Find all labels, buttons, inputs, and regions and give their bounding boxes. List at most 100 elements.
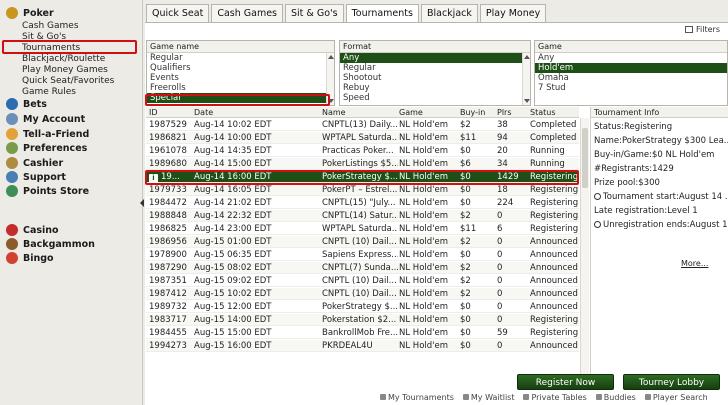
tab-quick-seat[interactable]: Quick Seat <box>146 4 210 22</box>
footer-my-waitlist[interactable]: My Waitlist <box>462 393 514 403</box>
game-name-option-events[interactable]: Events <box>147 73 334 83</box>
scroll-up-icon[interactable] <box>524 55 530 59</box>
cell-players: 0 <box>497 276 503 286</box>
format-option-regular[interactable]: Regular <box>340 63 530 73</box>
points-store-icon <box>6 185 18 197</box>
table-row[interactable]: 1983717 Aug-15 14:00 EDT Pokerstation $2..… <box>146 314 579 326</box>
cell-players: 224 <box>497 198 514 208</box>
poker-chip-icon <box>6 7 18 19</box>
game-name-option-regular[interactable]: Regular <box>147 53 334 63</box>
cell-buy-in: $2 <box>460 120 471 130</box>
collapse-sidebar-arrow-icon[interactable] <box>139 196 145 210</box>
footer-links: My Tournaments My Waitlist Private Table… <box>380 393 717 403</box>
format-option-speed[interactable]: Speed <box>340 93 530 103</box>
column-date[interactable]: Date <box>194 107 213 118</box>
sidebar-casino-label: Casino <box>23 224 59 236</box>
format-scrollbar[interactable] <box>522 53 530 105</box>
cell-players: 0 <box>497 302 503 312</box>
sidebar-backgammon[interactable]: Backgammon <box>6 238 95 250</box>
tab-blackjack[interactable]: Blackjack <box>420 4 478 22</box>
sidebar-bingo[interactable]: Bingo <box>6 252 54 264</box>
table-row[interactable]: 1987290 Aug-15 08:02 EDT CNPTL(7) Sunda...… <box>146 262 579 274</box>
cell-id: 1986825 <box>149 224 187 234</box>
tab-play-money[interactable]: Play Money <box>479 4 547 22</box>
tourney-lobby-button[interactable]: Tourney Lobby <box>623 374 720 390</box>
table-row[interactable]: 1961078 Aug-14 14:35 EDT Practicas Poker..… <box>146 145 579 157</box>
table-row[interactable]: 1989680 Aug-14 15:00 EDT PokerListings $5.… <box>146 158 579 170</box>
table-row[interactable]: 1994273 Aug-15 16:00 EDT PKRDEAL4U NL Hold'… <box>146 340 579 352</box>
table-scroll-thumb[interactable] <box>582 128 588 188</box>
column-id[interactable]: ID <box>149 107 158 118</box>
sidebar-item-blackjack-roulette[interactable]: Blackjack/Roulette <box>22 54 105 64</box>
more-link[interactable]: More... <box>681 259 708 268</box>
cell-name: Sapiens Express... <box>322 250 398 260</box>
format-option-any[interactable]: Any <box>340 53 530 63</box>
table-row[interactable]: 1979733 Aug-14 16:05 EDT PokerPT – Estrel.… <box>146 184 579 196</box>
tab-tournaments[interactable]: Tournaments <box>345 4 419 23</box>
sidebar-support[interactable]: Support <box>6 171 66 183</box>
table-row[interactable]: 1987351 Aug-15 09:02 EDT CNPTL (10) Dail..… <box>146 275 579 287</box>
format-option-rebuy[interactable]: Rebuy <box>340 83 530 93</box>
filters-toggle[interactable]: Filters <box>685 25 720 34</box>
cell-status: Running <box>530 146 565 156</box>
sidebar-item-cash-games[interactable]: Cash Games <box>22 21 79 31</box>
column-players[interactable]: Plrs <box>497 107 512 118</box>
table-row[interactable]: 1986821 Aug-14 10:00 EDT WPTAPL Saturda...… <box>146 132 579 144</box>
table-row[interactable]: 1987412 Aug-15 10:02 EDT CNPTL (10) Dail..… <box>146 288 579 300</box>
footer-player-search[interactable]: Player Search <box>644 393 708 403</box>
table-scrollbar[interactable] <box>580 118 589 380</box>
cell-name: CNPTL (10) Dail... <box>322 237 397 247</box>
tab-cash-games[interactable]: Cash Games <box>211 4 283 22</box>
sidebar-cashier[interactable]: Cashier <box>6 157 63 169</box>
cell-players: 0 <box>497 211 503 221</box>
column-buy-in[interactable]: Buy-in <box>460 107 485 118</box>
sidebar-item-game-rules[interactable]: Game Rules <box>22 87 76 97</box>
table-row[interactable]: 1988848 Aug-14 22:32 EDT CNPTL(14) Satur..… <box>146 210 579 222</box>
game-name-option-qualifiers[interactable]: Qualifiers <box>147 63 334 73</box>
table-row[interactable]: 1989732 Aug-15 12:00 EDT PokerStrategy $..… <box>146 301 579 313</box>
sidebar-preferences[interactable]: Preferences <box>6 142 87 154</box>
column-status[interactable]: Status <box>530 107 556 118</box>
table-row[interactable]: 1984472 Aug-14 21:02 EDT CNPTL(15) "July..… <box>146 197 579 209</box>
sidebar-points-store-label: Points Store <box>23 185 90 197</box>
sidebar-bingo-label: Bingo <box>23 252 54 264</box>
sidebar-tell-a-friend[interactable]: Tell-a-Friend <box>6 128 89 140</box>
game-option-holdem[interactable]: Hold'em <box>535 63 727 73</box>
cell-date: Aug-14 10:02 EDT <box>194 120 272 130</box>
game-option-7-stud[interactable]: 7 Stud <box>535 83 727 93</box>
sidebar-poker[interactable]: Poker <box>6 7 54 19</box>
game-option-omaha[interactable]: Omaha <box>535 73 727 83</box>
table-row[interactable]: 1986956 Aug-15 01:00 EDT CNPTL (10) Dail..… <box>146 236 579 248</box>
cell-status: Announced <box>530 341 578 351</box>
sidebar-item-quick-seat-favorites[interactable]: Quick Seat/Favorites <box>22 76 114 86</box>
format-option-shootout[interactable]: Shootout <box>340 73 530 83</box>
game-option-any[interactable]: Any <box>535 53 727 63</box>
sidebar-item-play-money-games[interactable]: Play Money Games <box>22 65 108 75</box>
table-row[interactable]: 1987529 Aug-14 10:02 EDT CNPTL(13) Daily..… <box>146 119 579 131</box>
table-row[interactable]: 1986825 Aug-14 23:00 EDT WPTAPL Saturda...… <box>146 223 579 235</box>
cell-players: 6 <box>497 224 503 234</box>
sidebar-my-account[interactable]: My Account <box>6 113 85 125</box>
info-start-text: Tournament start:August 14 ... <box>603 192 728 202</box>
sidebar-casino[interactable]: Casino <box>6 224 59 236</box>
column-name[interactable]: Name <box>322 107 346 118</box>
column-game[interactable]: Game <box>399 107 423 118</box>
format-filter: Format Any Regular Shootout Rebuy Speed <box>339 40 531 106</box>
cell-buy-in: $0 <box>460 250 471 260</box>
cell-players: 0 <box>497 289 503 299</box>
game-name-option-freerolls[interactable]: Freerolls <box>147 83 334 93</box>
table-row[interactable]: 1984455 Aug-15 15:00 EDT BankrollMob Fre..… <box>146 327 579 339</box>
footer-buddies[interactable]: Buddies <box>595 393 636 403</box>
sidebar-points-store[interactable]: Points Store <box>6 185 89 197</box>
register-now-button[interactable]: Register Now <box>517 374 614 390</box>
scroll-down-icon[interactable] <box>524 99 530 103</box>
table-header: ID Date Name Game Buy-in Plrs Status <box>146 107 579 118</box>
footer-my-tournaments[interactable]: My Tournaments <box>380 393 454 403</box>
sidebar-bets[interactable]: Bets <box>6 98 47 110</box>
cell-name: PokerListings $5... <box>322 159 398 169</box>
tab-sit-and-gos[interactable]: Sit & Go's <box>285 4 344 22</box>
cell-status: Registering <box>530 224 579 234</box>
scroll-up-icon[interactable] <box>328 55 334 59</box>
table-row[interactable]: 1978900 Aug-15 06:35 EDT Sapiens Express..… <box>146 249 579 261</box>
footer-private-tables[interactable]: Private Tables <box>523 393 587 403</box>
